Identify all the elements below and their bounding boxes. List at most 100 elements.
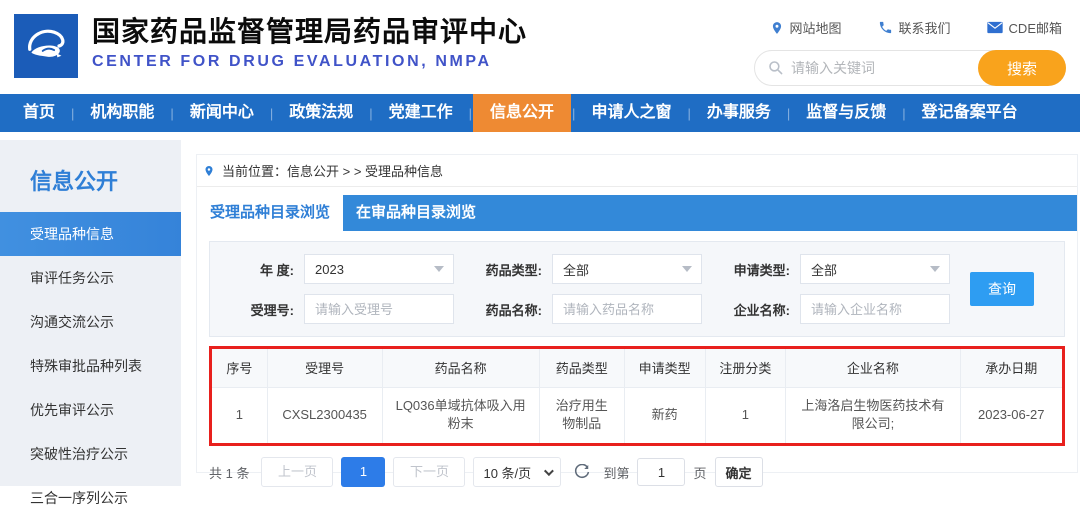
quick-links: 网站地图 联系我们 CDE邮箱 bbox=[770, 18, 1062, 37]
col-accept-no: 受理号 bbox=[267, 349, 383, 388]
nav-item-supervision[interactable]: 监督与反馈 bbox=[791, 94, 901, 132]
cell-drug-name: LQ036单域抗体吸入用粉末 bbox=[382, 387, 540, 443]
site-title: 国家药品监督管理局药品审评中心 bbox=[92, 16, 528, 47]
prev-page-button[interactable]: 上一页 bbox=[261, 457, 334, 487]
confirm-button[interactable]: 确定 bbox=[714, 457, 763, 487]
tab-bar: 受理品种目录浏览 在审品种目录浏览 bbox=[197, 195, 1077, 231]
tab-under-review-catalog[interactable]: 在审品种目录浏览 bbox=[343, 195, 489, 231]
col-reg-class: 注册分类 bbox=[705, 349, 787, 388]
sidebar-item-communication[interactable]: 沟通交流公示 bbox=[0, 300, 181, 344]
cell-reg-class: 1 bbox=[705, 387, 787, 443]
company-field: 企业名称: bbox=[720, 294, 950, 324]
drug-type-field: 药品类型: 全部 bbox=[472, 254, 702, 284]
sidebar-title: 信息公开 bbox=[30, 169, 119, 194]
cell-date: 2023-06-27 bbox=[978, 407, 1045, 423]
goto-page-input[interactable] bbox=[637, 458, 686, 486]
table-header-row: 序号 受理号 药品名称 药品类型 申请类型 注册分类 企业名称 承办日期 bbox=[212, 349, 1062, 388]
brand-block: 国家药品监督管理局药品审评中心 CENTER FOR DRUG EVALUATI… bbox=[92, 15, 527, 71]
col-apply-type: 申请类型 bbox=[624, 349, 706, 388]
nav-item-home[interactable]: 首页 bbox=[8, 94, 70, 132]
nav-item-registration[interactable]: 登记备案平台 bbox=[907, 94, 1033, 132]
nav-item-policy[interactable]: 政策法规 bbox=[274, 94, 368, 132]
company-input[interactable] bbox=[800, 294, 950, 324]
mail-icon bbox=[986, 21, 1003, 34]
drug-type-select[interactable]: 全部 bbox=[552, 254, 702, 284]
cell-accept-no: CXSL2300435 bbox=[267, 387, 383, 443]
drug-type-label: 药品类型: bbox=[485, 262, 542, 278]
nav-item-services[interactable]: 办事服务 bbox=[692, 94, 786, 132]
total-count: 共 1 条 bbox=[209, 465, 250, 481]
sitemap-link[interactable]: 网站地图 bbox=[770, 18, 842, 37]
nav-item-news[interactable]: 新闻中心 bbox=[175, 94, 269, 132]
sidebar-item-accepted-varieties[interactable]: 受理品种信息 bbox=[0, 212, 181, 256]
page-size-value: 10 条/页 bbox=[483, 465, 532, 481]
year-value: 2023 bbox=[315, 261, 344, 277]
chevron-down-icon bbox=[544, 465, 555, 476]
nav-item-applicant[interactable]: 申请人之窗 bbox=[576, 94, 686, 132]
cde-logo bbox=[14, 14, 78, 78]
location-pin-icon bbox=[205, 165, 213, 176]
drug-name-label: 药品名称: bbox=[485, 302, 542, 318]
accept-no-field: 受理号: bbox=[224, 294, 454, 324]
col-drug-type: 药品类型 bbox=[539, 349, 625, 388]
sidebar-item-priority-review[interactable]: 优先审评公示 bbox=[0, 388, 181, 432]
next-page-button[interactable]: 下一页 bbox=[393, 457, 466, 487]
search-icon bbox=[769, 61, 783, 75]
col-drug-name: 药品名称 bbox=[382, 349, 540, 388]
site-subtitle: CENTER FOR DRUG EVALUATION, NMPA bbox=[92, 53, 492, 70]
nav-item-info-disclosure[interactable]: 信息公开 bbox=[473, 94, 572, 132]
contact-link[interactable]: 联系我们 bbox=[878, 18, 951, 37]
sidebar-item-breakthrough[interactable]: 突破性治疗公示 bbox=[0, 432, 181, 476]
filter-row-2: 受理号: 药品名称: 企业名称: bbox=[224, 293, 1050, 325]
phone-icon bbox=[879, 21, 891, 34]
apply-type-label: 申请类型: bbox=[733, 262, 790, 278]
cell-drug-type: 治疗用生物制品 bbox=[539, 387, 625, 443]
cell-seq: 1 bbox=[212, 387, 268, 443]
main-panel: 当前位置：信息公开 > > 受理品种信息 受理品种目录浏览 在审品种目录浏览 年… bbox=[196, 154, 1078, 487]
filter-panel: 年 度: 2023 药品类型: 全部 申请类型: 全部 受理号: 请输入受理号 … bbox=[209, 241, 1065, 337]
breadcrumb-text: 当前位置：信息公开 > > 受理品种信息 bbox=[222, 164, 444, 179]
drug-name-input[interactable] bbox=[552, 294, 702, 324]
page-1-button[interactable]: 1 bbox=[341, 457, 386, 487]
sidebar-item-special-approval[interactable]: 特殊审批品种列表 bbox=[0, 344, 181, 388]
breadcrumb: 当前位置：信息公开 > > 受理品种信息 bbox=[197, 155, 1077, 187]
results-table: 序号 受理号 药品名称 药品类型 申请类型 注册分类 企业名称 承办日期 1 C… bbox=[212, 349, 1062, 443]
year-select[interactable]: 2023 bbox=[304, 254, 454, 284]
apply-type-select[interactable]: 全部 bbox=[800, 254, 950, 284]
results-table-highlight: 序号 受理号 药品名称 药品类型 申请类型 注册分类 企业名称 承办日期 1 C… bbox=[209, 346, 1065, 446]
col-company: 企业名称 bbox=[785, 349, 961, 388]
mailbox-link[interactable]: CDE邮箱 bbox=[986, 18, 1062, 37]
site-header: 国家药品监督管理局药品审评中心 CENTER FOR DRUG EVALUATI… bbox=[0, 0, 1080, 94]
query-button[interactable]: 查询 bbox=[970, 272, 1034, 306]
drug-type-value: 全部 bbox=[563, 262, 590, 278]
contact-label: 联系我们 bbox=[898, 21, 951, 36]
apply-type-field: 申请类型: 全部 bbox=[720, 254, 950, 284]
map-pin-icon bbox=[772, 21, 781, 34]
tab-accepted-catalog[interactable]: 受理品种目录浏览 bbox=[197, 195, 343, 231]
apply-type-value: 全部 bbox=[811, 262, 838, 278]
sidebar-item-three-in-one[interactable]: 三合一序列公示 bbox=[0, 476, 181, 520]
cell-company: 上海洛启生物医药技术有限公司; bbox=[785, 387, 961, 443]
refresh-icon[interactable] bbox=[574, 464, 590, 480]
goto-suffix-label: 页 bbox=[693, 465, 707, 481]
nav-item-org[interactable]: 机构职能 bbox=[75, 94, 169, 132]
main-nav: 首页 机构职能 新闻中心 政策法规 党建工作 信息公开 申请人之窗 办事服务 监… bbox=[0, 94, 1080, 132]
nav-item-party[interactable]: 党建工作 bbox=[374, 94, 468, 132]
chevron-down-icon bbox=[434, 266, 444, 272]
cell-apply-type: 新药 bbox=[624, 387, 706, 443]
search-bar: 搜索 bbox=[754, 50, 1066, 86]
table-row[interactable]: 1 CXSL2300435 LQ036单域抗体吸入用粉末 治疗用生物制品 新药 … bbox=[212, 387, 1062, 443]
filter-row-1: 年 度: 2023 药品类型: 全部 申请类型: 全部 bbox=[224, 253, 1050, 285]
chevron-down-icon bbox=[930, 266, 940, 272]
company-label: 企业名称: bbox=[733, 302, 790, 318]
drug-name-field: 药品名称: bbox=[472, 294, 702, 324]
chevron-down-icon bbox=[682, 266, 692, 272]
page-size-select[interactable]: 10 条/页 bbox=[473, 457, 562, 487]
sidebar-item-review-tasks[interactable]: 审评任务公示 bbox=[0, 256, 181, 300]
mailbox-label: CDE邮箱 bbox=[1008, 21, 1062, 36]
col-seq: 序号 bbox=[212, 349, 268, 388]
swan-logo-icon bbox=[28, 29, 65, 58]
search-button[interactable]: 搜索 bbox=[978, 50, 1066, 86]
sitemap-label: 网站地图 bbox=[789, 21, 842, 36]
accept-no-input[interactable] bbox=[304, 294, 454, 324]
